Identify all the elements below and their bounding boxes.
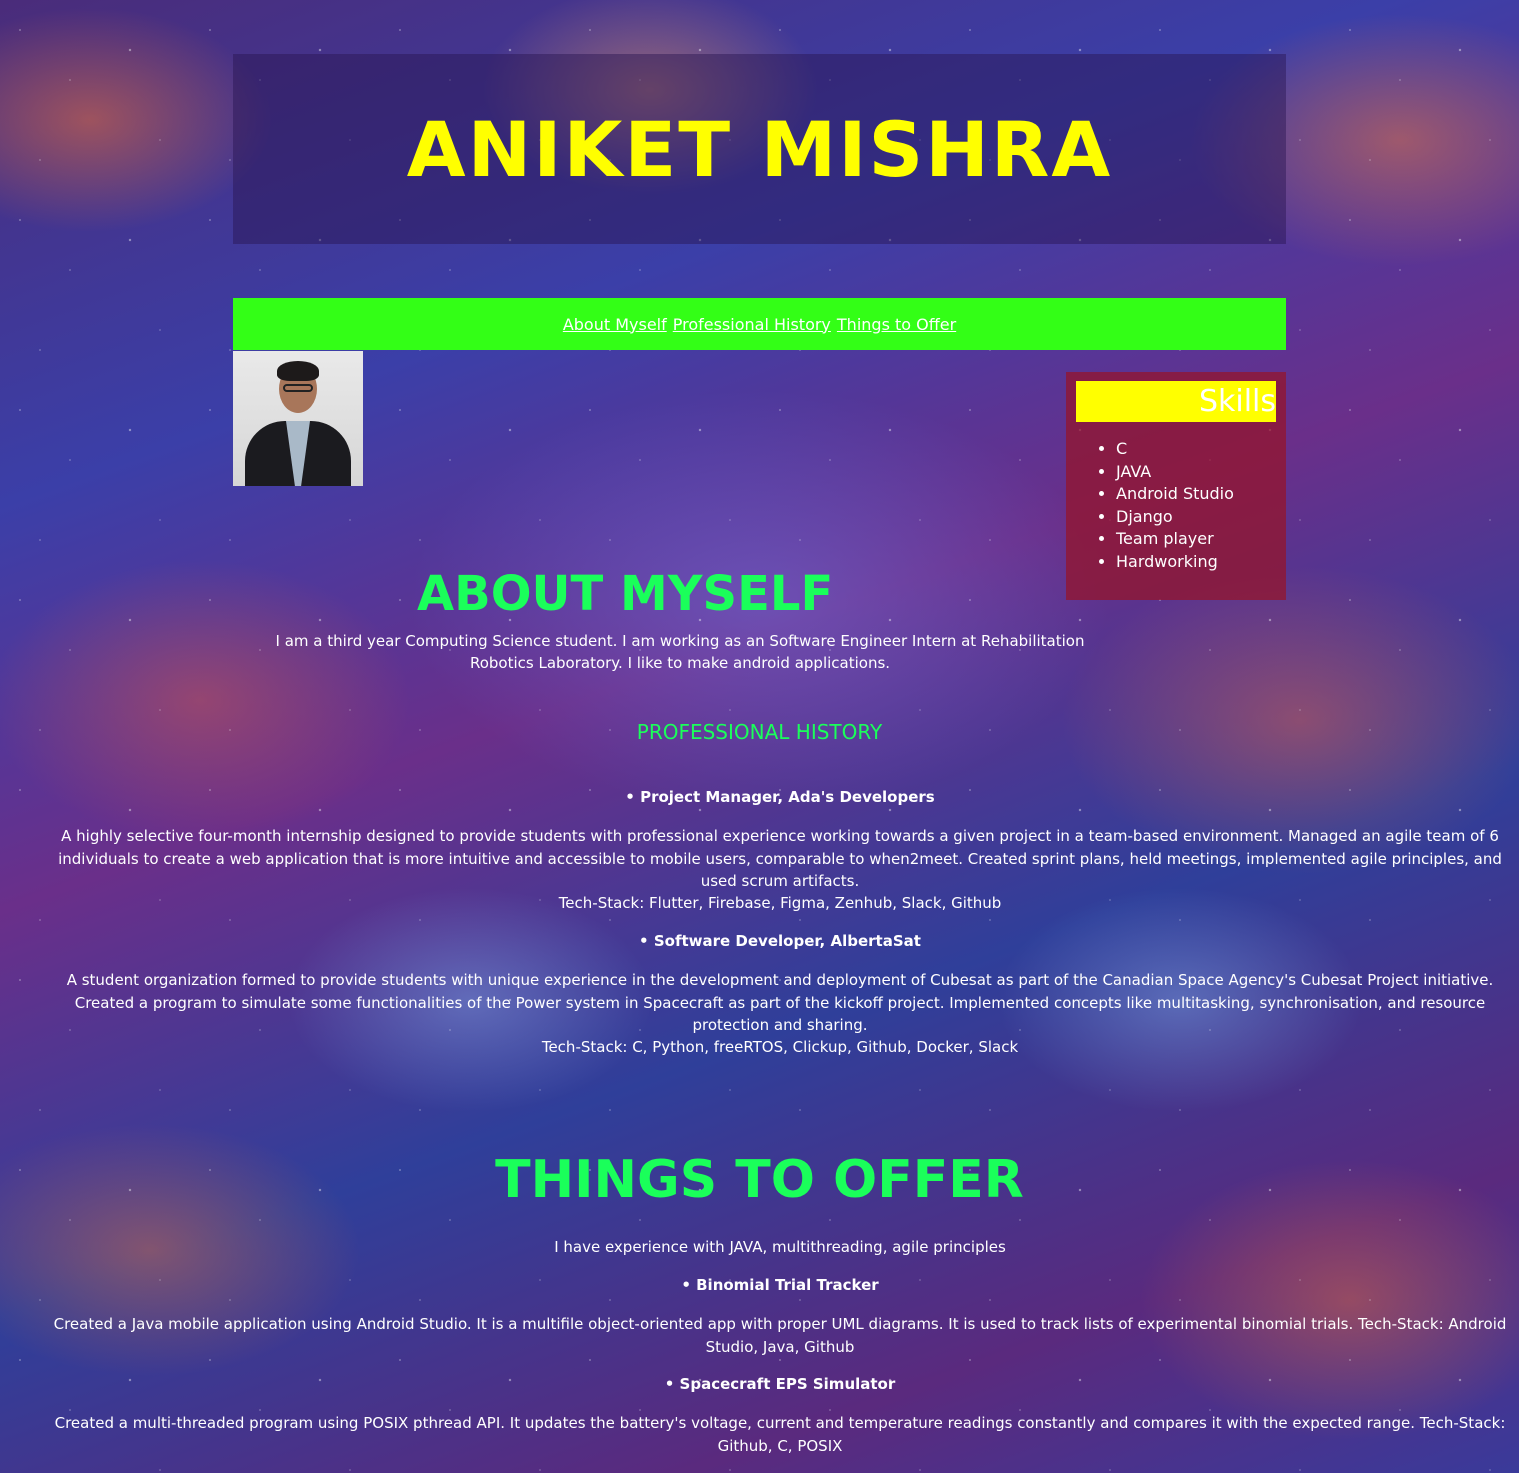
about-heading: ABOUT MYSELF [417, 566, 834, 622]
skills-title: Skills [1076, 381, 1276, 422]
skill-item: Django [1116, 506, 1234, 529]
job-description-software-developer: A student organization formed to provide… [66, 971, 1494, 1034]
nav-bar: About Myself Professional History Things… [233, 298, 1286, 350]
job-techstack-software-developer: Tech-Stack: C, Python, freeRTOS, Clickup… [541, 1038, 1019, 1056]
skill-item: Android Studio [1116, 483, 1234, 506]
profile-photo [233, 351, 363, 486]
skill-item: Team player [1116, 528, 1234, 551]
project-title-binomial-trial-tracker: • Binomial Trial Tracker [681, 1276, 879, 1294]
about-text: I am a third year Computing Science stud… [275, 632, 1085, 672]
photo-glasses [283, 384, 313, 392]
skill-item: JAVA [1116, 461, 1234, 484]
job-description-project-manager: A highly selective four-month internship… [58, 827, 1502, 890]
skill-item: C [1116, 438, 1234, 461]
nav-link-professional-history[interactable]: Professional History [673, 315, 831, 334]
things-to-offer-heading: THINGS TO OFFER [495, 1150, 1024, 1210]
job-techstack-project-manager: Tech-Stack: Flutter, Firebase, Figma, Ze… [558, 894, 1002, 912]
job-title-project-manager: • Project Manager, Ada's Developers [625, 788, 935, 806]
nav-link-things-to-offer[interactable]: Things to Offer [837, 315, 956, 334]
project-title-spacecraft-eps-simulator: • Spacecraft EPS Simulator [664, 1375, 896, 1393]
photo-hair [277, 361, 319, 381]
skills-list: C JAVA Android Studio Django Team player… [1086, 438, 1234, 573]
project-description-binomial-trial-tracker: Created a Java mobile application using … [53, 1315, 1507, 1356]
offer-intro: I have experience with JAVA, multithread… [554, 1238, 1006, 1256]
header-banner: ANIKET MISHRA [233, 54, 1286, 244]
page-title: ANIKET MISHRA [406, 104, 1113, 194]
project-description-spacecraft-eps-simulator: Created a multi-threaded program using P… [54, 1414, 1506, 1455]
job-title-software-developer: • Software Developer, AlbertaSat [639, 932, 921, 950]
skill-item: Hardworking [1116, 551, 1234, 574]
skills-panel: Skills C JAVA Android Studio Django Team… [1066, 372, 1286, 600]
nav-link-about-myself[interactable]: About Myself [563, 315, 667, 334]
professional-history-heading: PROFESSIONAL HISTORY [636, 720, 883, 744]
